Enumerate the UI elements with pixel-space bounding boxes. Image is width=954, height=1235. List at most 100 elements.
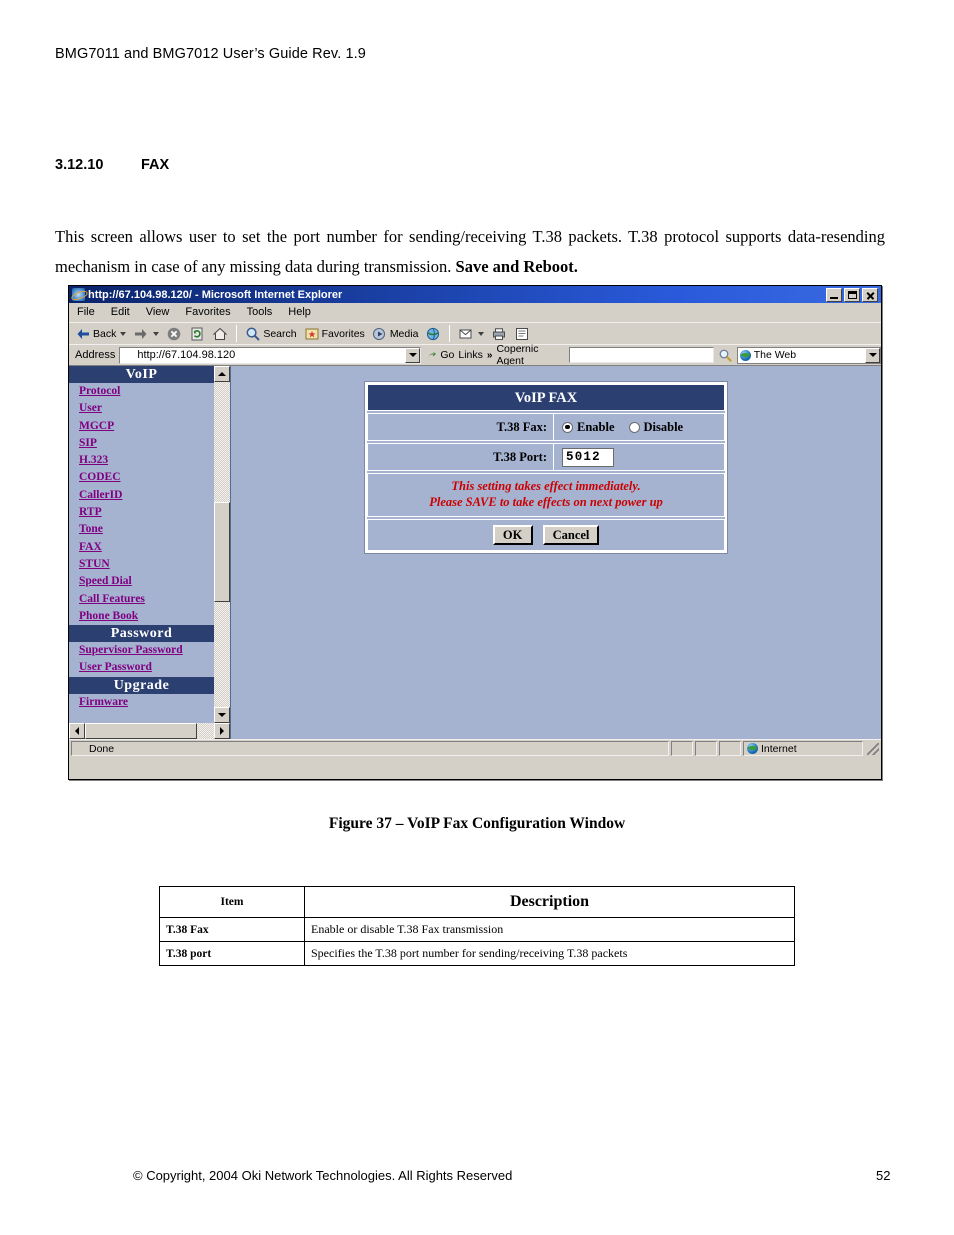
scroll-up-button[interactable] [214, 366, 230, 382]
back-button[interactable]: Back [73, 325, 128, 343]
browser-toolbar: Back Search Favorites Media [69, 322, 881, 344]
table-row: T.38 port Specifies the T.38 port number… [159, 941, 795, 966]
navigation-list: VoIP Protocol User MGCP SIP H.323 CODEC … [69, 366, 214, 723]
cancel-button[interactable]: Cancel [542, 525, 600, 545]
address-input[interactable]: http://67.104.98.120 [119, 346, 422, 364]
window-title: http://67.104.98.120/ - Microsoft Intern… [88, 288, 343, 301]
menu-item-view[interactable]: View [146, 306, 170, 318]
copernic-scope-value: The Web [753, 349, 797, 361]
cell-desc-t38-fax: Enable or disable T.38 Fax transmission [304, 917, 795, 942]
links-button[interactable]: Links [458, 349, 483, 361]
address-dropdown-button[interactable] [405, 347, 421, 363]
sidebar-item-codec[interactable]: CODEC [69, 469, 214, 486]
refresh-button[interactable] [187, 325, 207, 343]
print-icon [493, 327, 506, 340]
chevron-right-icon [220, 727, 224, 735]
t38-fax-value: Enable Disable [554, 414, 724, 440]
scroll-down-button[interactable] [214, 707, 230, 723]
sidebar-item-firmware[interactable]: Firmware [69, 694, 214, 711]
search-icon [246, 327, 261, 341]
sidebar-item-callerid[interactable]: CallerID [69, 487, 214, 504]
history-globe-icon [427, 327, 440, 340]
print-button[interactable] [489, 325, 509, 343]
edit-button[interactable] [512, 325, 532, 343]
favorites-button[interactable]: Favorites [302, 325, 367, 343]
ok-button[interactable]: OK [492, 525, 533, 545]
t38-port-label: T.38 Port: [368, 444, 554, 470]
status-message-cell: Done [71, 741, 669, 756]
address-label: Address [75, 349, 116, 361]
h-scroll-thumb[interactable] [85, 723, 197, 739]
sidebar-item-stun[interactable]: STUN [69, 556, 214, 573]
back-button-label: Back [93, 327, 117, 340]
t38-fax-label: T.38 Fax: [368, 414, 554, 440]
scroll-right-button[interactable] [214, 723, 230, 739]
sidebar-item-user[interactable]: User [69, 400, 214, 417]
sidebar-item-tone[interactable]: Tone [69, 521, 214, 538]
back-dropdown-icon[interactable] [120, 331, 127, 336]
cell-item-t38-port: T.38 port [159, 941, 305, 966]
sidebar-item-user-password[interactable]: User Password [69, 659, 214, 676]
t38-fax-row: T.38 Fax: Enable Disable [367, 413, 725, 441]
table-header-row: Item Description [159, 886, 795, 918]
sidebar-item-protocol[interactable]: Protocol [69, 383, 214, 400]
menu-item-edit[interactable]: Edit [111, 306, 130, 318]
sidebar-item-speed-dial[interactable]: Speed Dial [69, 573, 214, 590]
sidebar-item-rtp[interactable]: RTP [69, 504, 214, 521]
scroll-thumb[interactable] [214, 502, 230, 602]
t38-fax-disable-option[interactable]: Disable [628, 420, 683, 435]
figure-caption: Figure 37 – VoIP Fax Configuration Windo… [328, 815, 626, 832]
close-button[interactable] [862, 287, 878, 302]
menu-item-help[interactable]: Help [288, 306, 311, 318]
scroll-left-button[interactable] [69, 723, 85, 739]
scroll-track[interactable] [214, 382, 230, 707]
sidebar-item-supervisor-password[interactable]: Supervisor Password [69, 642, 214, 659]
forward-dropdown-icon[interactable] [153, 331, 160, 336]
history-button[interactable] [423, 325, 443, 343]
radio-enable-icon[interactable] [562, 421, 573, 433]
copernic-search-input[interactable] [569, 347, 714, 363]
menu-item-favorites[interactable]: Favorites [185, 306, 230, 318]
copernic-scope-dropdown[interactable] [865, 347, 881, 363]
mail-button[interactable] [456, 325, 486, 343]
search-button[interactable]: Search [243, 325, 298, 343]
radio-disable-icon[interactable] [628, 421, 640, 433]
copernic-search-icon[interactable] [718, 348, 733, 363]
radio-enable-label: Enable [577, 419, 615, 434]
chevron-down-icon [408, 353, 417, 357]
sidebar-item-mgcp[interactable]: MGCP [69, 418, 214, 435]
navigation-frame: VoIP Protocol User MGCP SIP H.323 CODEC … [69, 366, 231, 739]
cell-item-t38-fax: T.38 Fax [159, 917, 305, 942]
forward-button[interactable] [131, 325, 161, 343]
chevron-up-icon [218, 372, 226, 376]
window-controls [826, 287, 879, 302]
t38-fax-enable-option[interactable]: Enable [562, 420, 615, 435]
media-button[interactable]: Media [370, 325, 421, 343]
sidebar-item-fax[interactable]: FAX [69, 539, 214, 556]
menu-item-file[interactable]: File [77, 306, 95, 318]
resize-grip[interactable] [867, 742, 879, 755]
maximize-button[interactable] [844, 287, 860, 302]
menu-item-tools[interactable]: Tools [247, 306, 273, 318]
nav-vertical-scrollbar[interactable] [214, 366, 230, 723]
note-line-2: Please SAVE to take effects on next powe… [429, 494, 663, 509]
address-bar: Address http://67.104.98.120 Go Links » … [69, 343, 882, 367]
nav-horizontal-scrollbar[interactable] [69, 723, 230, 739]
minimize-button[interactable] [826, 287, 842, 302]
mail-dropdown-icon[interactable] [478, 331, 485, 336]
h-scroll-track[interactable] [85, 723, 214, 739]
copernic-agent-label: Copernic Agent [496, 343, 539, 367]
security-zone-label: Internet [761, 742, 797, 755]
t38-port-input[interactable]: 5012 [562, 447, 614, 467]
home-button[interactable] [210, 325, 230, 343]
sidebar-item-phone-book[interactable]: Phone Book [69, 608, 214, 625]
go-button[interactable]: Go [425, 349, 454, 362]
stop-button[interactable] [164, 325, 184, 343]
refresh-icon [191, 327, 203, 340]
sidebar-item-h323[interactable]: H.323 [69, 452, 214, 469]
toolbar-overflow-chevron[interactable]: » [487, 350, 493, 361]
sidebar-item-sip[interactable]: SIP [69, 435, 214, 452]
copernic-scope-select[interactable]: The Web [736, 346, 882, 364]
sidebar-item-call-features[interactable]: Call Features [69, 591, 214, 608]
panel-button-row: OK Cancel [367, 519, 725, 551]
